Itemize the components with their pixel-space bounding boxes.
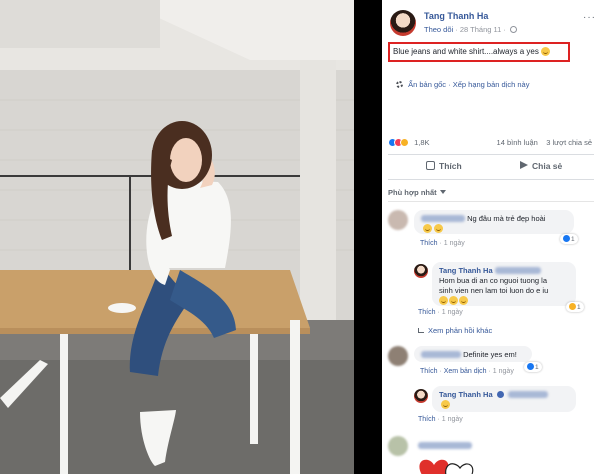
thumbs-up-icon: [426, 161, 435, 170]
reply: Tang Thanh Ha Hom bua di an co nguoi tuo…: [414, 262, 594, 318]
follow-link[interactable]: Theo dõi: [424, 25, 453, 34]
comment-bubble: Tang Thanh Ha: [432, 386, 576, 412]
grinning-emoji-icon: [459, 296, 468, 305]
globe-icon: [510, 26, 517, 33]
like-reaction-icon: [563, 235, 570, 242]
comment-time[interactable]: 1 ngày: [442, 309, 463, 316]
author-avatar[interactable]: [414, 389, 428, 403]
comment-count[interactable]: 14 bình luận: [497, 138, 538, 147]
post-time[interactable]: 28 Tháng 11: [460, 25, 501, 34]
commenter-avatar[interactable]: [388, 210, 408, 230]
comment-actions: Thích · 1 ngày: [420, 240, 465, 247]
grinning-emoji-icon: [449, 296, 458, 305]
action-bar: Thích Chia sẻ: [388, 154, 594, 180]
laughing-emoji-icon: [434, 224, 443, 233]
comment-like-link[interactable]: Thích: [418, 416, 436, 423]
share-label: Chia sẻ: [532, 161, 563, 171]
photo-illustration: [0, 0, 354, 474]
like-reaction-icon: [527, 363, 534, 370]
lightbox-gutter: [354, 0, 382, 474]
comment-time[interactable]: 1 ngày: [493, 368, 514, 375]
caption-highlight: Blue jeans and white shirt....always a y…: [388, 42, 570, 62]
comment-actions: Thích · 1 ngày: [418, 416, 463, 423]
caret-down-icon: [439, 190, 446, 194]
hide-original-link[interactable]: Ẩn bản gốc: [408, 80, 446, 89]
mention-blurred[interactable]: [507, 391, 548, 398]
translation-bar: Ẩn bản gốc · Xếp hạng bản dịch này: [396, 80, 529, 89]
comment-sort-dropdown[interactable]: Phù hợp nhất: [388, 188, 446, 197]
reaction-count: 1: [535, 364, 539, 371]
comment-text: Ng đâu mà trẻ đẹp hoài: [467, 214, 546, 223]
comment-actions: Thích · Xem bản dịch · 1 ngày: [420, 368, 514, 375]
comment-bubble: Ng đâu mà trẻ đẹp hoài: [414, 210, 574, 234]
engagement-counts: 14 bình luận 3 lượt chia sẻ: [497, 138, 592, 147]
verified-badge-icon: [496, 391, 504, 398]
laughing-emoji-icon: [423, 224, 432, 233]
comment-time[interactable]: 1 ngày: [442, 416, 463, 423]
comment-time[interactable]: 1 ngày: [444, 240, 465, 247]
translate-gear-icon: [396, 81, 403, 88]
comment-actions: Thích · 1 ngày: [418, 309, 463, 316]
share-count[interactable]: 3 lượt chia sẻ: [546, 138, 592, 147]
divider: [388, 201, 594, 202]
more-replies-label: Xem phản hồi khác: [428, 326, 493, 335]
commenter-name-blurred[interactable]: [418, 442, 472, 449]
like-label: Thích: [439, 161, 462, 171]
comment-bubble: Tang Thanh Ha Hom bua di an co nguoi tuo…: [432, 262, 576, 306]
rate-translation-link[interactable]: Xếp hạng bản dịch này: [453, 80, 530, 89]
view-more-replies-link[interactable]: Xem phản hồi khác: [418, 326, 492, 335]
share-button[interactable]: Chia sẻ: [520, 161, 562, 171]
heart-sticker-icon: [419, 459, 474, 474]
haha-reaction-icon: [569, 303, 576, 310]
comment-text: Definite yes em!: [463, 350, 517, 359]
post-header: Tang Thanh Ha Theo dõi · 28 Tháng 11 · ·…: [390, 10, 596, 40]
reply-text-line2: sinh vien nen lam toi luon do e iu: [439, 286, 549, 295]
commenter-name-blurred[interactable]: [421, 215, 465, 222]
caption-text: Blue jeans and white shirt....always a y…: [393, 47, 539, 56]
commenter-avatar[interactable]: [388, 346, 408, 366]
comment: [388, 436, 594, 474]
post-meta: Theo dõi · 28 Tháng 11 ·: [424, 25, 517, 34]
reply: Tang Thanh Ha Thích · 1 ngày: [414, 386, 594, 430]
comment: Definite yes em! 1 Thích · Xem bản dịch …: [388, 346, 594, 380]
reply-author[interactable]: Tang Thanh Ha: [439, 390, 493, 399]
comment-bubble: Definite yes em!: [414, 346, 532, 362]
commenter-name-blurred[interactable]: [421, 351, 461, 358]
grinning-emoji-icon: [540, 47, 550, 56]
mention-blurred[interactable]: [494, 267, 541, 274]
see-translation-link[interactable]: Xem bản dịch: [444, 368, 487, 375]
like-button[interactable]: Thích: [426, 161, 462, 171]
comment-like-link[interactable]: Thích: [420, 368, 438, 375]
share-arrow-icon: [520, 161, 528, 169]
screenshot: Tang Thanh Ha Theo dõi · 28 Tháng 11 · ·…: [0, 0, 600, 474]
reaction-count: 1: [571, 236, 575, 243]
sort-label: Phù hợp nhất: [388, 188, 437, 197]
reply-arrow-icon: [418, 328, 424, 333]
wow-reaction-icon[interactable]: [400, 138, 409, 147]
dot-separator: [540, 138, 544, 147]
comment-like-link[interactable]: Thích: [420, 240, 438, 247]
comment-reactions[interactable]: 1: [566, 302, 584, 312]
author-avatar[interactable]: [390, 10, 416, 36]
post-photo[interactable]: [0, 0, 354, 474]
more-options-icon[interactable]: ···: [583, 12, 596, 23]
comment: Ng đâu mà trẻ đẹp hoài 1 Thích · 1 ngày: [388, 210, 594, 254]
post-panel: Tang Thanh Ha Theo dõi · 28 Tháng 11 · ·…: [382, 0, 600, 474]
grinning-emoji-icon: [439, 296, 448, 305]
author-avatar[interactable]: [414, 264, 428, 278]
comment-reactions[interactable]: 1: [524, 362, 542, 372]
reaction-count[interactable]: 1,8K: [414, 138, 429, 147]
commenter-avatar[interactable]: [388, 436, 408, 456]
author-name[interactable]: Tang Thanh Ha: [424, 11, 488, 21]
reply-text-line1: Hom bua di an co nguoi tuong la: [439, 276, 547, 285]
grinning-emoji-icon: [441, 400, 450, 409]
comment-like-link[interactable]: Thích: [418, 309, 436, 316]
reply-author[interactable]: Tang Thanh Ha: [439, 266, 493, 275]
post-caption: Blue jeans and white shirt....always a y…: [393, 47, 550, 56]
comment-reactions[interactable]: 1: [560, 234, 578, 244]
reaction-count: 1: [577, 304, 581, 311]
reaction-summary: 1,8K 14 bình luận 3 lượt chia sẻ: [388, 138, 594, 150]
meta-separator: ·: [503, 25, 508, 34]
emoji-row: [439, 296, 469, 305]
